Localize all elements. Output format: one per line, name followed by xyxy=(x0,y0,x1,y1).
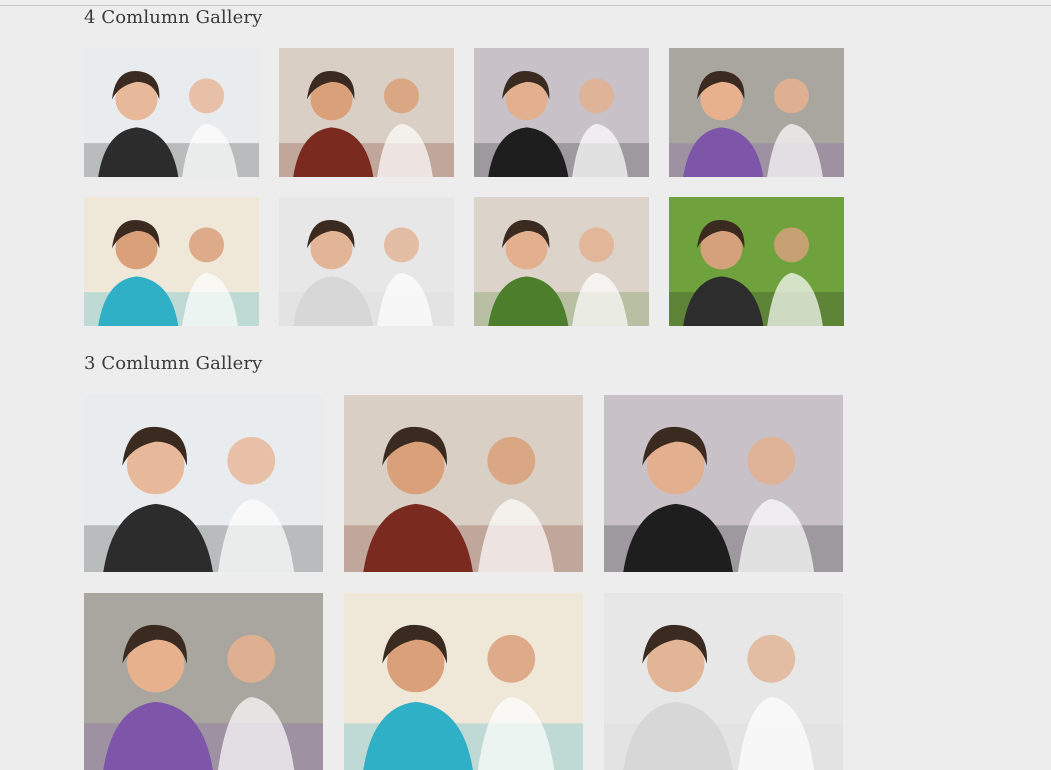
photo-boy-studying xyxy=(604,593,843,770)
gallery-4-title: 4 Comlumn Gallery xyxy=(84,7,263,28)
gallery-4-item-5[interactable] xyxy=(84,197,259,326)
gallery-3-item-1[interactable] xyxy=(84,395,323,572)
gallery-4-item-6[interactable] xyxy=(279,197,454,326)
photo-students-library xyxy=(279,48,454,177)
photo-group-of-students xyxy=(344,593,583,770)
photo-students-library xyxy=(344,395,583,572)
photo-boy-and-girl-reading xyxy=(84,593,323,770)
gallery-4-item-1[interactable] xyxy=(84,48,259,177)
gallery-3-title: 3 Comlumn Gallery xyxy=(84,353,263,374)
gallery-4-item-2[interactable] xyxy=(279,48,454,177)
photo-boy-and-girl-reading xyxy=(669,48,844,177)
gallery-3-item-6[interactable] xyxy=(604,593,843,770)
gallery-4-item-7[interactable] xyxy=(474,197,649,326)
photo-group-of-students xyxy=(84,197,259,326)
gallery-4-item-3[interactable] xyxy=(474,48,649,177)
photo-woman-smiling-office xyxy=(84,395,323,572)
photo-boy-studying xyxy=(279,197,454,326)
gallery-3-item-3[interactable] xyxy=(604,395,843,572)
gallery-4-item-4[interactable] xyxy=(669,48,844,177)
gallery-4-item-8[interactable] xyxy=(669,197,844,326)
photo-students-outdoors xyxy=(669,197,844,326)
gallery-3-item-5[interactable] xyxy=(344,593,583,770)
photo-girl-in-class xyxy=(474,48,649,177)
photo-girl-in-class xyxy=(604,395,843,572)
gallery-3-item-2[interactable] xyxy=(344,395,583,572)
photo-students-reading-books xyxy=(474,197,649,326)
gallery-3-item-4[interactable] xyxy=(84,593,323,770)
photo-woman-smiling-office xyxy=(84,48,259,177)
